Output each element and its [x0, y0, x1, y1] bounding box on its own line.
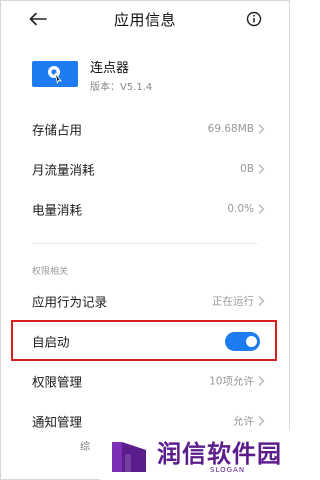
app-version: 版本：V5.1.4 [90, 82, 153, 93]
app-icon [32, 61, 78, 87]
partial-row-text: 综 [80, 442, 90, 453]
info-button[interactable] [243, 8, 265, 30]
app-bar: 应用信息 [0, 0, 290, 38]
section-divider [32, 243, 258, 244]
toggle-knob [246, 336, 257, 347]
watermark-logo-icon [112, 442, 146, 472]
notification-manage-value: 允许 [233, 415, 254, 428]
chevron-right-icon [258, 204, 265, 214]
chevron-right-icon [258, 416, 265, 426]
watermark-text: 润信软件园 [157, 440, 282, 468]
permission-manage-row[interactable]: 权限管理 10项允许 [0, 361, 290, 401]
chevron-right-icon [258, 164, 265, 174]
info-circle-icon [246, 11, 262, 27]
battery-usage-label: 电量消耗 [32, 202, 83, 218]
storage-row[interactable]: 存储占用 69.68MB [0, 109, 290, 149]
chevron-right-icon [258, 376, 265, 386]
app-name: 连点器 [90, 61, 130, 76]
data-usage-label: 月流量消耗 [32, 162, 95, 178]
permission-manage-label: 权限管理 [32, 374, 83, 390]
permissions-section-title: 权限相关 [32, 267, 69, 277]
storage-value: 69.68MB [207, 123, 254, 135]
notification-manage-label: 通知管理 [32, 414, 83, 430]
data-usage-row[interactable]: 月流量消耗 0B [0, 149, 290, 189]
battery-usage-row[interactable]: 电量消耗 0.0% [0, 189, 290, 229]
chevron-right-icon [258, 296, 265, 306]
data-usage-value: 0B [240, 163, 254, 175]
tap-cursor-icon [48, 66, 62, 84]
behavior-log-label: 应用行为记录 [32, 294, 108, 310]
chevron-right-icon [258, 124, 265, 134]
behavior-log-row[interactable]: 应用行为记录 正在运行 [0, 281, 290, 321]
battery-usage-value: 0.0% [227, 203, 254, 215]
behavior-log-value: 正在运行 [212, 295, 254, 308]
storage-label: 存储占用 [32, 122, 83, 138]
autostart-toggle[interactable] [225, 332, 260, 351]
permission-manage-value: 10项允许 [209, 375, 254, 388]
watermark: 润信软件园 SLOGAN [100, 430, 290, 480]
watermark-slogan: SLOGAN [210, 466, 246, 474]
